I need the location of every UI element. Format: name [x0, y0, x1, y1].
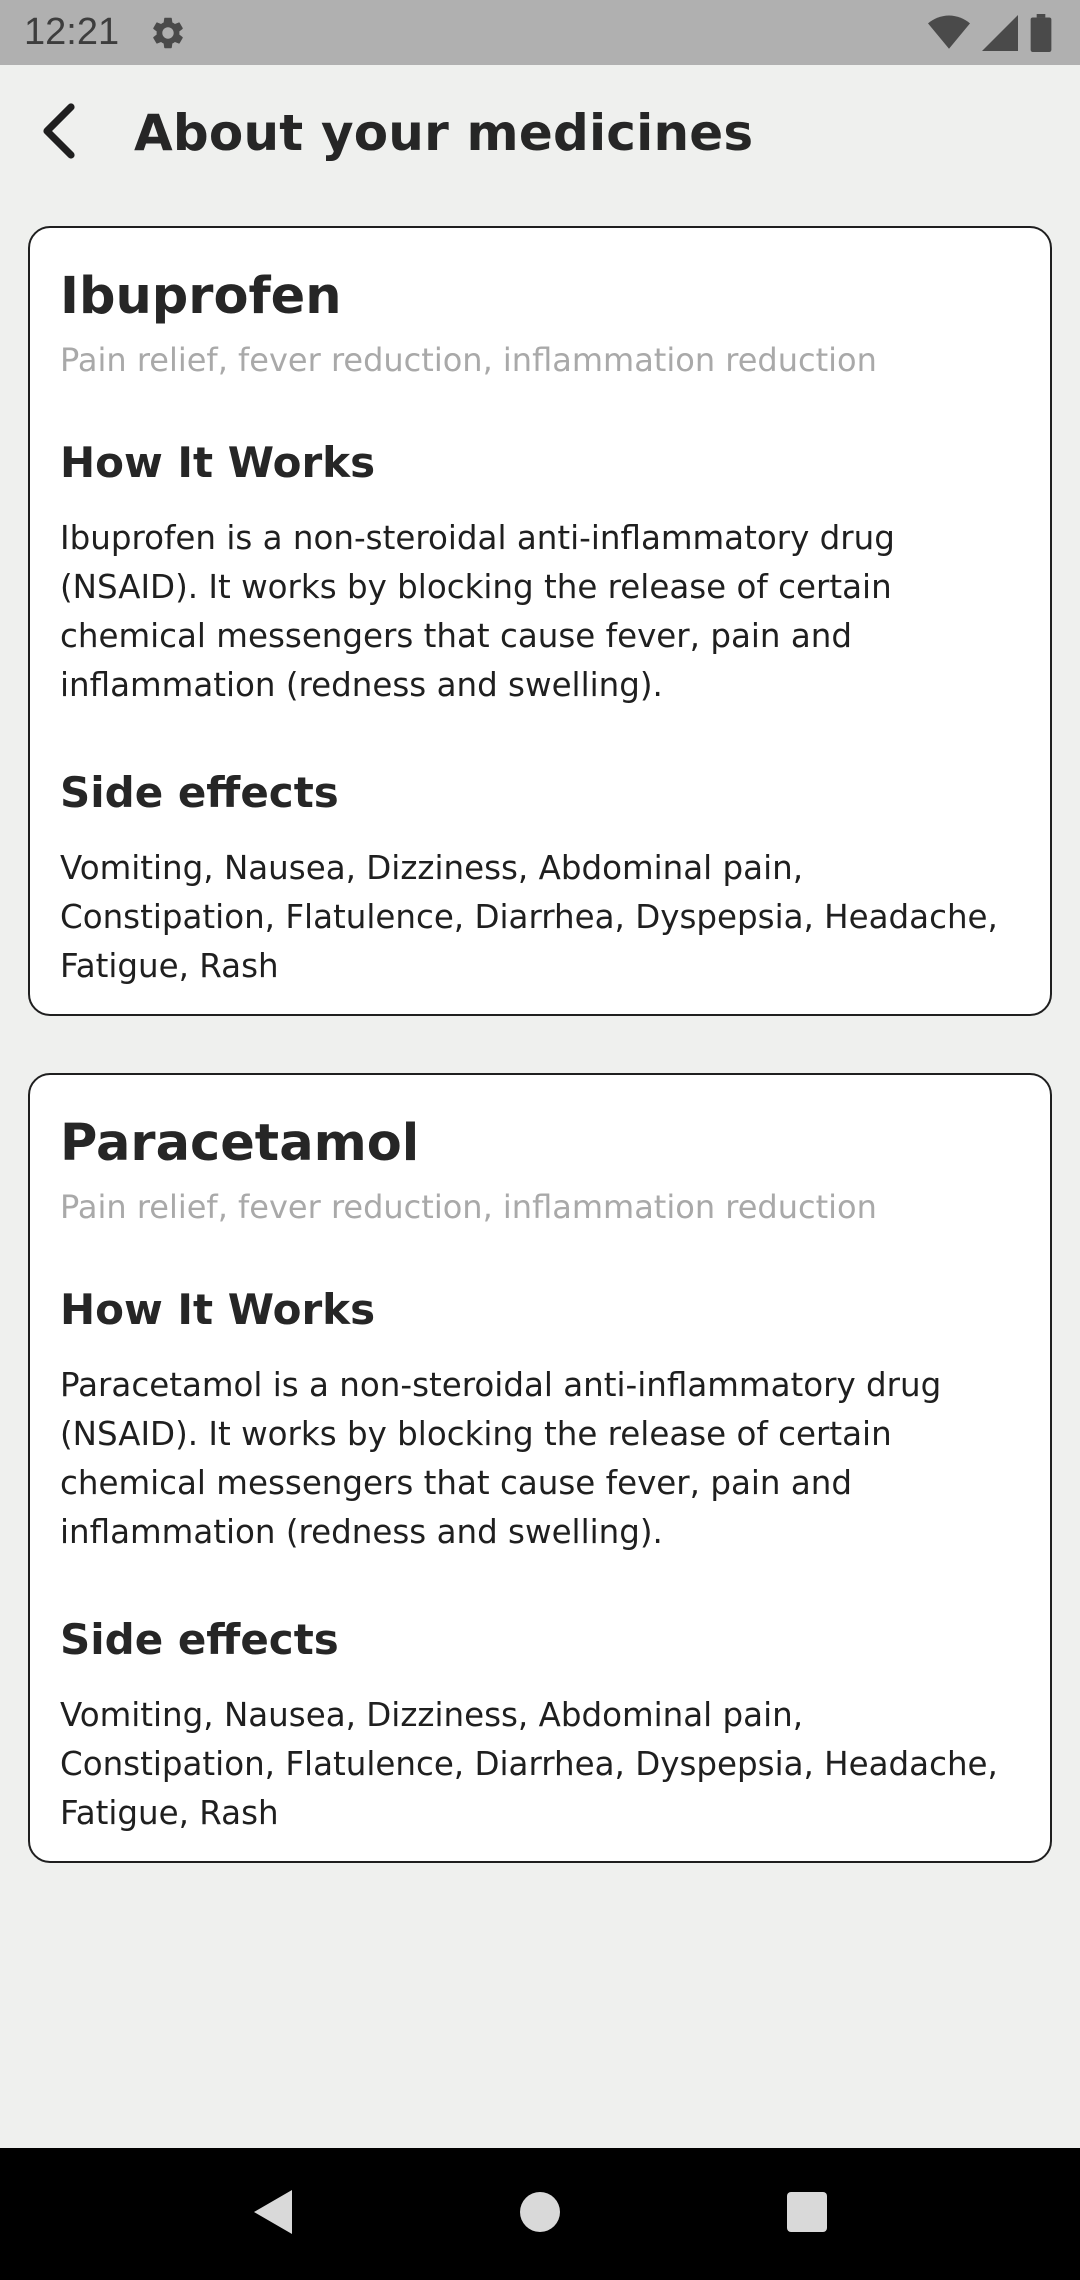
battery-icon	[1030, 14, 1052, 56]
back-button[interactable]	[14, 88, 104, 178]
side-effects-text: Vomiting, Nausea, Dizziness, Abdominal p…	[60, 849, 998, 986]
status-bar: 12:21	[0, 0, 1080, 65]
medicine-uses: Pain relief, fever reduction, inflammati…	[60, 1188, 877, 1227]
gear-icon	[149, 13, 189, 53]
home-circle-icon	[519, 2191, 561, 2237]
chevron-left-icon	[37, 101, 81, 165]
back-triangle-icon	[252, 2188, 294, 2240]
recents-square-icon	[786, 2191, 828, 2237]
side-effects-text: Vomiting, Nausea, Dizziness, Abdominal p…	[60, 1696, 998, 1833]
app-bar: About your medicines	[0, 65, 1080, 200]
nav-home-button[interactable]	[500, 2174, 580, 2254]
how-it-works-text: Paracetamol is a non-steroidal anti-infl…	[60, 1365, 942, 1551]
medicine-uses: Pain relief, fever reduction, inflammati…	[60, 341, 877, 380]
how-it-works-text: Ibuprofen is a non-steroidal anti-inflam…	[60, 518, 895, 704]
system-nav-bar	[0, 2148, 1080, 2280]
medicine-name: Paracetamol	[60, 1114, 420, 1173]
nav-back-button[interactable]	[233, 2174, 313, 2254]
signal-icon	[982, 15, 1018, 55]
side-effects-heading: Side effects	[60, 1614, 339, 1664]
medicine-card-paracetamol: Paracetamol Pain relief, fever reduction…	[28, 1073, 1052, 1863]
how-it-works-heading: How It Works	[60, 437, 376, 487]
medicine-name: Ibuprofen	[60, 267, 342, 326]
medicine-card-ibuprofen: Ibuprofen Pain relief, fever reduction, …	[28, 226, 1052, 1016]
status-time: 12:21	[24, 11, 120, 53]
wifi-icon	[928, 15, 970, 55]
status-icons	[928, 14, 1052, 56]
nav-recents-button[interactable]	[767, 2174, 847, 2254]
screen: 12:21 About your medicines Ibuprofen Pai…	[0, 0, 1080, 2280]
how-it-works-heading: How It Works	[60, 1284, 376, 1334]
page-title: About your medicines	[134, 103, 754, 162]
side-effects-heading: Side effects	[60, 767, 339, 817]
